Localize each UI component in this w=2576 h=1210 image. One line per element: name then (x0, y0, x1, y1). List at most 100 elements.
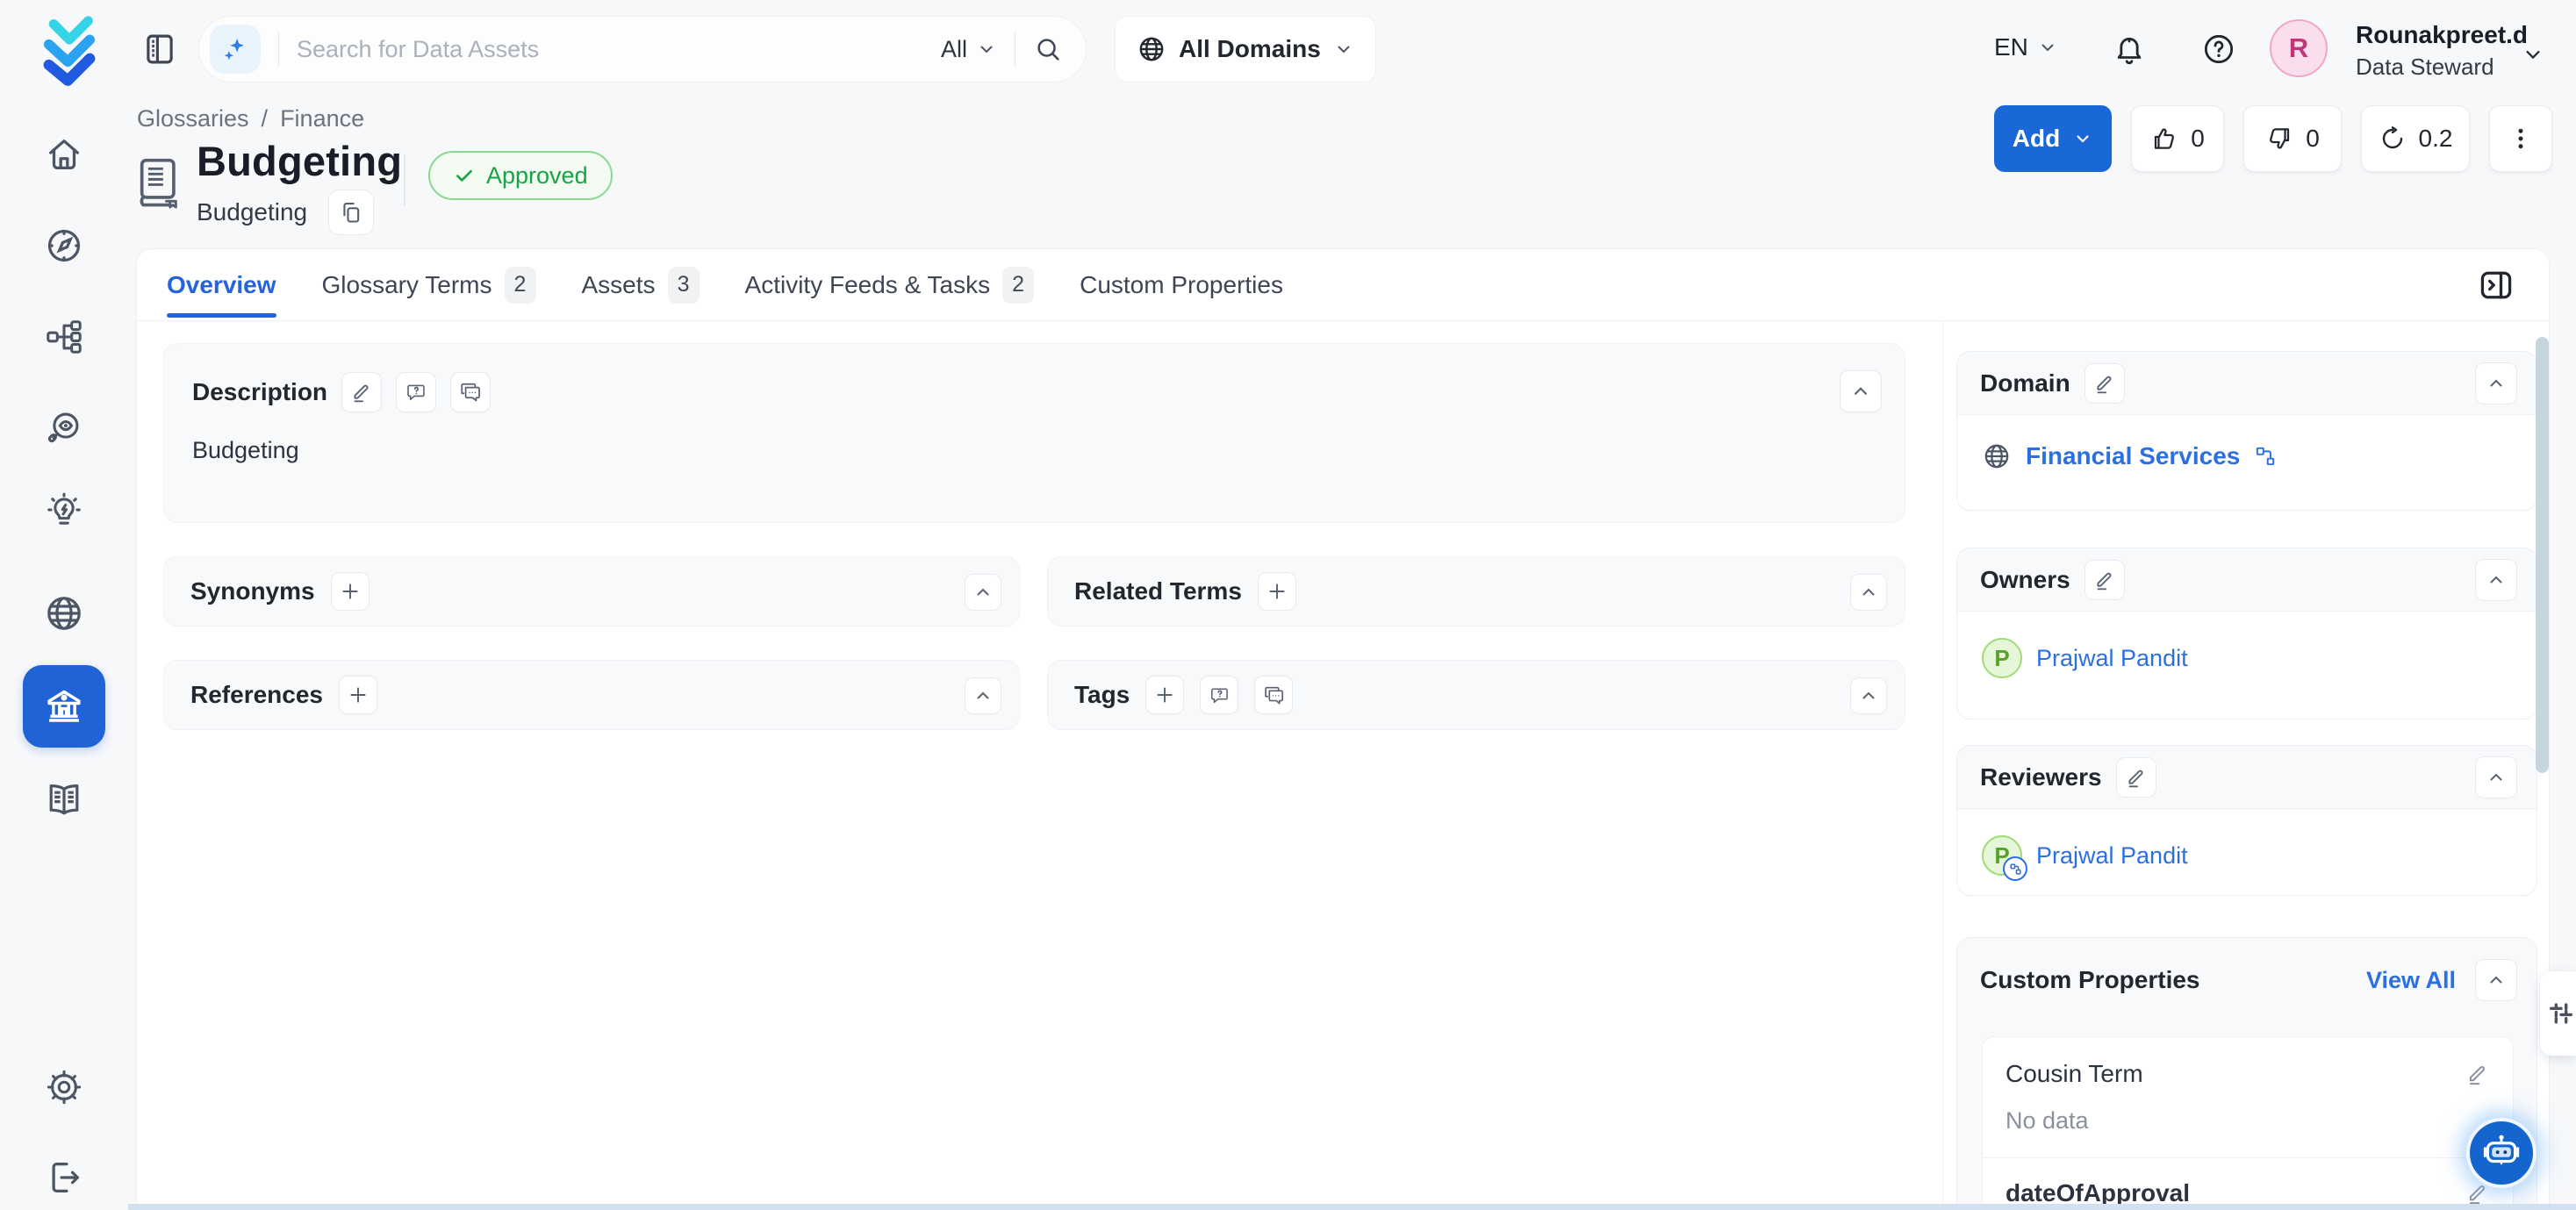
collapse-description-button[interactable] (1840, 370, 1882, 412)
description-label: Description (192, 378, 327, 406)
language-dropdown[interactable]: EN (1994, 33, 2058, 61)
owner-name-link[interactable]: Prajwal Pandit (2036, 645, 2188, 672)
tab-overview[interactable]: Overview (167, 249, 276, 321)
nav-lineage[interactable] (43, 316, 85, 358)
tab-assets[interactable]: Assets3 (582, 249, 700, 321)
search-icon[interactable] (1033, 34, 1063, 64)
chevron-down-icon (2072, 128, 2093, 149)
display-name: Budgeting (197, 198, 307, 226)
nav-home[interactable] (43, 133, 85, 175)
language-label: EN (1994, 33, 2028, 61)
collapse-domain-button[interactable] (2475, 362, 2517, 405)
add-tag-button[interactable] (1145, 676, 1184, 714)
nav-observability[interactable] (43, 406, 85, 448)
owners-label: Owners (1980, 566, 2070, 594)
request-tags-button[interactable] (1200, 676, 1238, 714)
breadcrumb-finance[interactable]: Finance (280, 105, 364, 132)
domain-value-link[interactable]: Financial Services (2026, 442, 2240, 470)
link-icon[interactable] (2254, 445, 2277, 468)
view-all-link[interactable]: View All (2366, 967, 2456, 994)
add-button[interactable]: Add (1994, 105, 2112, 172)
edit-reviewers-button[interactable] (2116, 757, 2156, 798)
description-conversation-button[interactable] (450, 372, 491, 412)
tags-conversation-button[interactable] (1254, 676, 1293, 714)
user-avatar[interactable]: R (2270, 19, 2328, 77)
user-menu-caret[interactable] (2521, 42, 2545, 67)
chevron-up-icon (972, 685, 994, 706)
chevron-up-icon (2486, 767, 2507, 788)
copy-name-button[interactable] (328, 190, 374, 235)
tab-activity-feeds-count: 2 (1002, 267, 1034, 304)
tab-activity-feeds[interactable]: Activity Feeds & Tasks2 (745, 249, 1035, 321)
logout-icon (44, 1157, 84, 1198)
thumbs-down-icon (2265, 125, 2293, 153)
upvote-button[interactable]: 0 (2131, 105, 2224, 172)
synonyms-card: Synonyms (163, 556, 1020, 626)
sidebar-toggle-button[interactable] (140, 30, 179, 68)
user-menu[interactable]: Rounakpreet.d Data Steward (2356, 21, 2528, 81)
collapse-references-button[interactable] (965, 677, 1001, 714)
plus-icon (1266, 580, 1288, 603)
chatbot-button[interactable] (2466, 1118, 2537, 1188)
nav-settings[interactable] (43, 1066, 85, 1108)
nav-explore[interactable] (43, 225, 85, 267)
downvote-button[interactable]: 0 (2243, 105, 2342, 172)
search-scope-dropdown[interactable]: All (941, 36, 997, 63)
global-search[interactable]: Search for Data Assets All (198, 16, 1087, 82)
add-related-term-button[interactable] (1258, 572, 1296, 611)
content-sidebar-divider (1942, 321, 1943, 1210)
nav-insights[interactable] (43, 490, 85, 532)
version-button[interactable]: 0.2 (2361, 105, 2470, 172)
breadcrumb-glossaries[interactable]: Glossaries (137, 105, 249, 132)
panel-collapse-icon (2477, 266, 2515, 304)
edit-owners-button[interactable] (2084, 560, 2125, 600)
domains-filter-dropdown[interactable]: All Domains (1115, 16, 1376, 82)
app-logo[interactable] (32, 11, 107, 88)
search-input[interactable]: Search for Data Assets (297, 36, 941, 63)
nav-logout[interactable] (43, 1156, 85, 1199)
custom-properties-card: Custom Properties View All Cousin Term N… (1956, 937, 2537, 1210)
version-number: 0.2 (2419, 125, 2453, 153)
settings-gear-icon (44, 1067, 84, 1107)
collapse-tags-button[interactable] (1850, 677, 1887, 714)
breadcrumb: Glossaries / Finance (137, 105, 364, 132)
version-icon (2379, 125, 2407, 153)
collapse-right-panel-button[interactable] (2475, 264, 2517, 306)
collapse-synonyms-button[interactable] (965, 574, 1001, 611)
add-synonym-button[interactable] (331, 572, 370, 611)
chevron-up-icon (1858, 685, 1879, 706)
tab-custom-properties[interactable]: Custom Properties (1080, 249, 1283, 321)
tab-glossary-terms-count: 2 (505, 267, 536, 304)
edit-domain-button[interactable] (2084, 363, 2125, 404)
entity-actions: Add 0 0 0.2 (1994, 105, 2552, 172)
nav-domains[interactable] (43, 592, 85, 634)
edit-description-button[interactable] (341, 372, 382, 412)
tab-custom-properties-label: Custom Properties (1080, 271, 1283, 299)
notifications-button[interactable] (2110, 30, 2149, 68)
collapse-related-terms-button[interactable] (1850, 574, 1887, 611)
conversation-icon (459, 381, 482, 404)
add-reference-button[interactable] (339, 676, 377, 714)
edit-icon[interactable] (2465, 1062, 2490, 1086)
page-title: Budgeting (197, 137, 402, 185)
domain-label: Domain (1980, 369, 2070, 397)
globe-icon (1137, 34, 1166, 64)
collapse-owners-button[interactable] (2475, 559, 2517, 601)
thumbs-up-icon (2150, 125, 2178, 153)
nav-glossary[interactable] (43, 779, 85, 821)
ai-sparkle-button[interactable] (210, 25, 261, 74)
more-actions-button[interactable] (2489, 105, 2552, 172)
sidebar-toggle-icon (141, 31, 178, 68)
request-description-button[interactable] (396, 372, 436, 412)
sidebar-scrollbar[interactable] (2536, 337, 2549, 773)
collapse-reviewers-button[interactable] (2475, 756, 2517, 798)
add-button-label: Add (2013, 125, 2060, 153)
collapse-custom-properties-button[interactable] (2475, 959, 2517, 1001)
help-button[interactable] (2199, 30, 2238, 68)
tab-glossary-terms[interactable]: Glossary Terms2 (322, 249, 536, 321)
upvote-count: 0 (2191, 125, 2205, 153)
horizontal-scrollbar[interactable] (128, 1204, 2576, 1210)
reviewer-name-link[interactable]: Prajwal Pandit (2036, 842, 2188, 870)
nav-governance-active[interactable] (23, 665, 105, 748)
docked-widget-handle[interactable] (2540, 971, 2576, 1056)
